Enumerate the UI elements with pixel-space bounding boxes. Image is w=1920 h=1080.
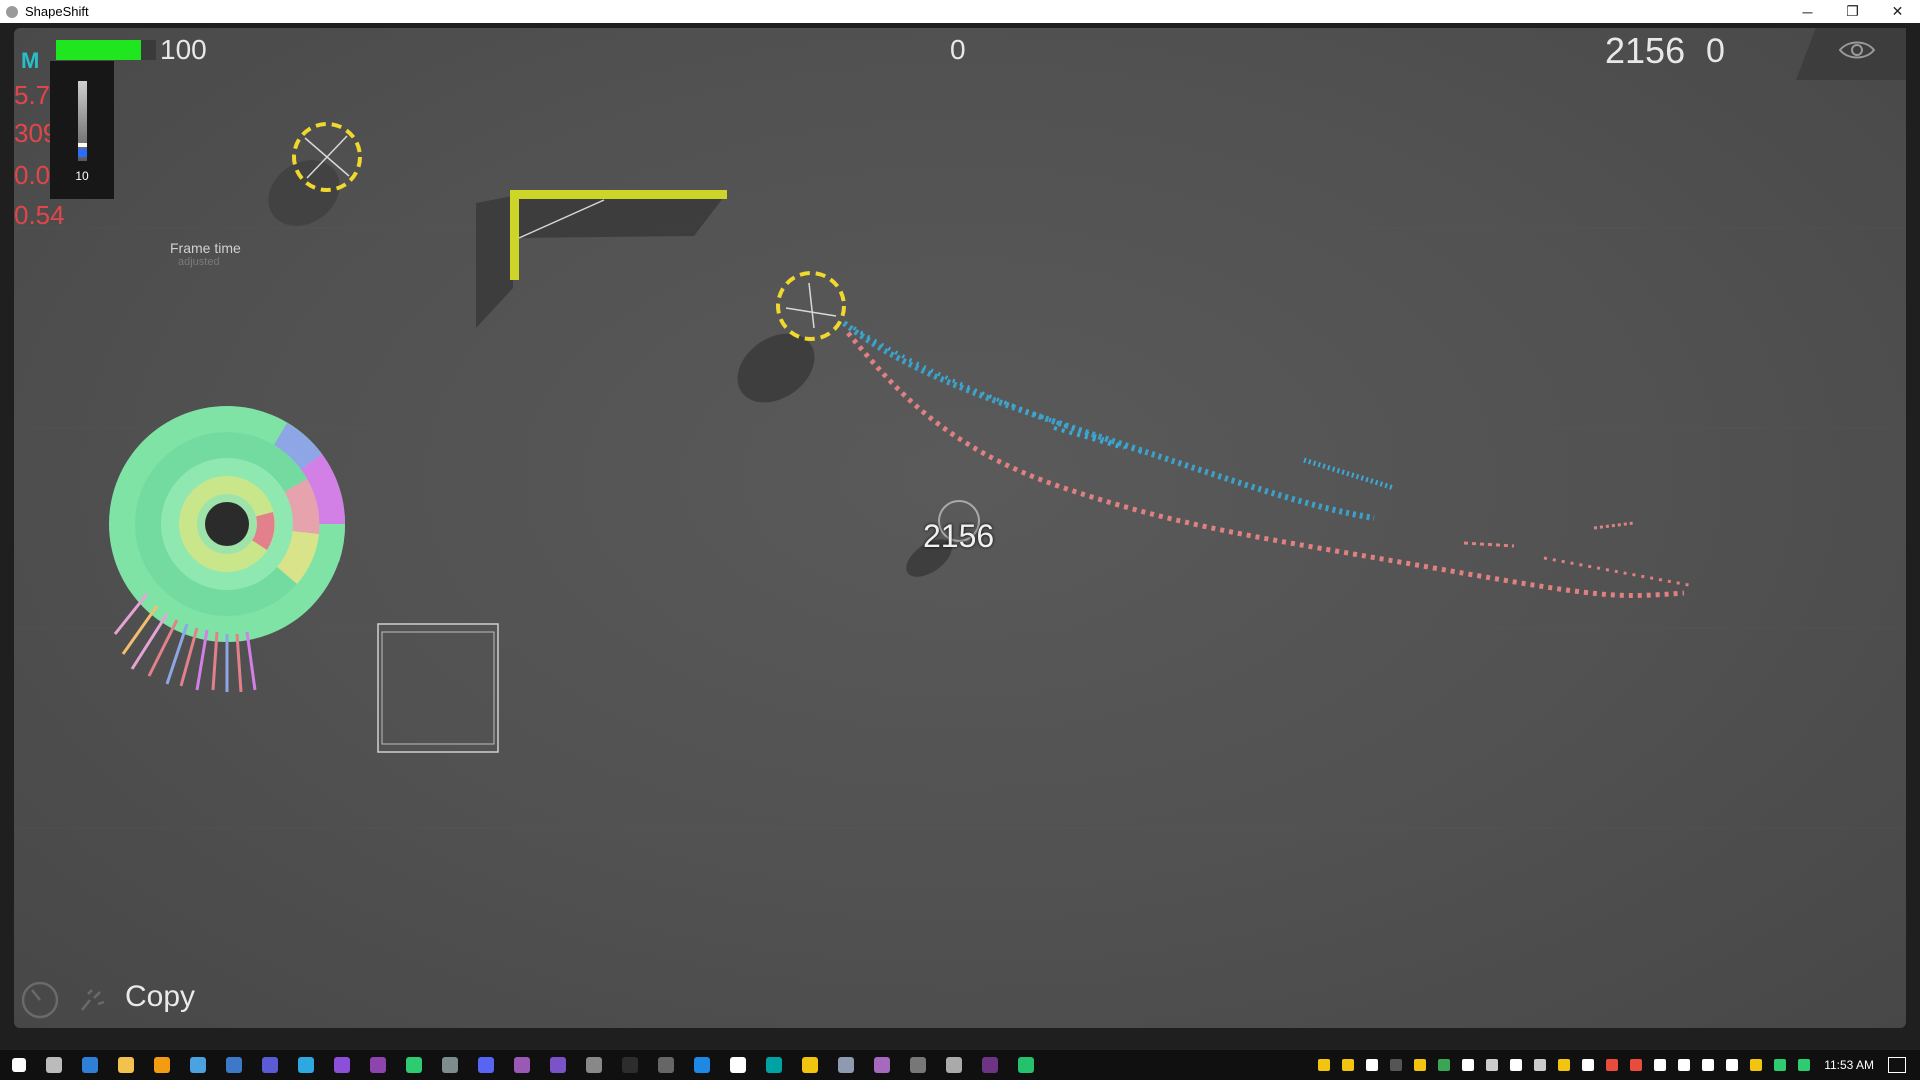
- tray-icon[interactable]: [1510, 1059, 1523, 1071]
- taskbar-app-icon[interactable]: [838, 1057, 854, 1073]
- taskbar-app-icon[interactable]: [442, 1057, 458, 1073]
- taskbar-app-icon[interactable]: [982, 1057, 998, 1073]
- taskbar-app-icon[interactable]: [874, 1057, 890, 1073]
- tray-icon[interactable]: [1342, 1059, 1355, 1071]
- tray-icon[interactable]: [1582, 1059, 1595, 1071]
- taskbar-app-icon[interactable]: [262, 1057, 278, 1073]
- taskbar-app-icon[interactable]: [406, 1057, 422, 1073]
- tray-icon[interactable]: [1366, 1059, 1379, 1071]
- stat-line-3: 0.0: [14, 160, 51, 190]
- copy-label[interactable]: Copy: [125, 980, 195, 1014]
- taskbar-app-icon[interactable]: [118, 1057, 134, 1073]
- stat-line-1: 5.7: [14, 80, 51, 110]
- taskbar-app-icon[interactable]: [730, 1057, 746, 1073]
- frame-time-label: Frame time: [170, 240, 241, 256]
- player-reticle: [737, 271, 846, 403]
- system-tray: 11:53 AM: [1312, 1050, 1920, 1080]
- taskbar-app-icon[interactable]: [910, 1057, 926, 1073]
- tray-icon[interactable]: [1462, 1059, 1475, 1071]
- taskbar-apps: [0, 1057, 1044, 1073]
- gauge-icon[interactable]: [21, 981, 59, 1019]
- taskbar-app-icon[interactable]: [154, 1057, 170, 1073]
- score-value: 2156: [1605, 30, 1686, 71]
- close-button[interactable]: ✕: [1875, 0, 1920, 23]
- zoom-slider-level: [78, 149, 87, 157]
- enemy-reticle-top: [268, 122, 362, 226]
- taskbar-app-icon[interactable]: [82, 1057, 98, 1073]
- eye-icon[interactable]: [1838, 38, 1876, 62]
- start-icon[interactable]: [12, 1058, 26, 1072]
- taskbar-app-icon[interactable]: [514, 1057, 530, 1073]
- taskbar-app-icon[interactable]: [550, 1057, 566, 1073]
- taskbar: 11:53 AM: [0, 1050, 1920, 1080]
- popup-score: 2156: [923, 518, 995, 554]
- tray-icon[interactable]: [1318, 1059, 1331, 1071]
- taskbar-app-icon[interactable]: [766, 1057, 782, 1073]
- tray-icon[interactable]: [1558, 1059, 1571, 1071]
- health-bar: [56, 40, 156, 60]
- build-square: [377, 623, 499, 753]
- tray-icon[interactable]: [1438, 1059, 1451, 1071]
- minimize-button[interactable]: ─: [1785, 0, 1830, 23]
- taskbar-app-icon[interactable]: [334, 1057, 350, 1073]
- window-controls: ─ ❐ ✕: [1785, 0, 1920, 23]
- taskbar-app-icon[interactable]: [694, 1057, 710, 1073]
- profiler-sunburst: [109, 406, 346, 693]
- zoom-slider-panel[interactable]: 10: [50, 61, 114, 199]
- restore-button[interactable]: ❐: [1830, 0, 1875, 23]
- clock[interactable]: 11:53 AM: [1824, 1058, 1874, 1072]
- taskbar-app-icon[interactable]: [658, 1057, 674, 1073]
- taskbar-app-icon[interactable]: [298, 1057, 314, 1073]
- window-title: ShapeShift: [25, 4, 89, 19]
- tray-icon[interactable]: [1606, 1059, 1619, 1071]
- center-score: 0: [950, 34, 966, 65]
- stat-line-4: 0.54: [14, 200, 65, 230]
- taskbar-app-icon[interactable]: [586, 1057, 602, 1073]
- window-titlebar: ShapeShift ─ ❐ ✕: [0, 0, 1920, 23]
- health-bar-fill: [56, 40, 141, 60]
- tray-icon[interactable]: [1630, 1059, 1643, 1071]
- tray-icon[interactable]: [1798, 1059, 1811, 1071]
- taskbar-app-icon[interactable]: [370, 1057, 386, 1073]
- logo-icon: M: [21, 48, 40, 73]
- wall-obstacle: [476, 190, 727, 328]
- taskbar-app-icon[interactable]: [946, 1057, 962, 1073]
- blue-particle-trail: [842, 320, 1395, 521]
- zoom-slider-value: 10: [75, 169, 89, 183]
- taskbar-app-icon[interactable]: [226, 1057, 242, 1073]
- frame-time-sublabel: adjusted: [178, 256, 220, 268]
- taskbar-app-icon[interactable]: [190, 1057, 206, 1073]
- tray-icon[interactable]: [1390, 1059, 1403, 1071]
- tray-icons: [1312, 1059, 1816, 1071]
- taskbar-app-icon[interactable]: [46, 1057, 62, 1073]
- tray-icon[interactable]: [1414, 1059, 1427, 1071]
- taskbar-app-icon[interactable]: [478, 1057, 494, 1073]
- app-icon: [6, 5, 18, 18]
- tray-icon[interactable]: [1774, 1059, 1787, 1071]
- secondary-score: 0: [1706, 32, 1725, 70]
- pink-particle-trail: [846, 331, 1695, 598]
- tray-icon[interactable]: [1678, 1059, 1691, 1071]
- bottom-toolbar: [20, 980, 120, 1025]
- notification-icon[interactable]: [1888, 1057, 1906, 1073]
- taskbar-app-icon[interactable]: [802, 1057, 818, 1073]
- sparkle-icon[interactable]: [81, 989, 105, 1011]
- tray-icon[interactable]: [1486, 1059, 1499, 1071]
- tray-icon[interactable]: [1726, 1059, 1739, 1071]
- health-value: 100: [160, 34, 207, 65]
- tray-icon[interactable]: [1750, 1059, 1763, 1071]
- tray-icon[interactable]: [1654, 1059, 1667, 1071]
- taskbar-app-icon[interactable]: [1018, 1057, 1034, 1073]
- tray-icon[interactable]: [1534, 1059, 1547, 1071]
- zoom-slider-knob[interactable]: [78, 143, 87, 147]
- taskbar-app-icon[interactable]: [622, 1057, 638, 1073]
- tray-icon[interactable]: [1702, 1059, 1715, 1071]
- bottom-icons-group: [21, 981, 105, 1019]
